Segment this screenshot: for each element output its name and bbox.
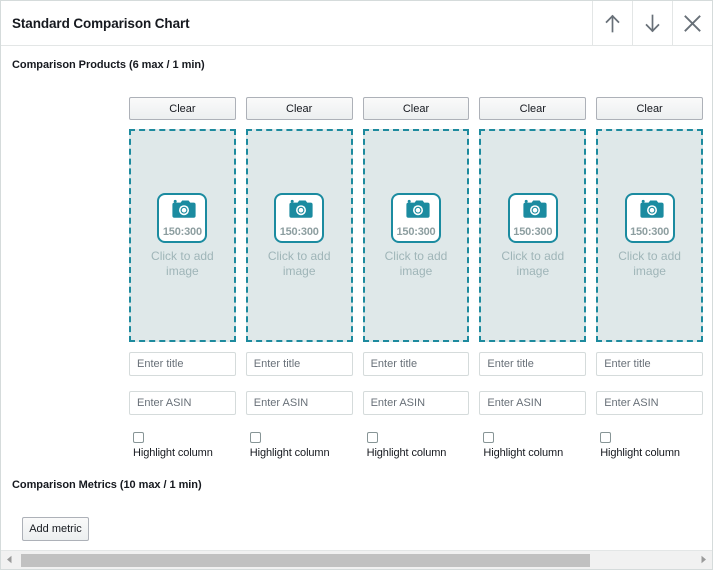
highlight-column-label: Highlight column: [600, 447, 680, 459]
highlight-column-label: Highlight column: [483, 447, 564, 459]
dropzone-hint: Click to add image: [501, 248, 565, 278]
product-column: Clear 150:300 Click to add image Enter t…: [479, 97, 587, 461]
camera-icon: [168, 199, 196, 225]
camera-placeholder: 150:300: [624, 192, 675, 243]
comparison-chart-module: Standard Comparison Chart Comparison Pro…: [0, 0, 713, 570]
dropzone-hint: Click to add image: [384, 248, 448, 278]
product-column: Clear 150:300 Click to add image Enter t…: [129, 97, 236, 461]
title-input[interactable]: [245, 352, 353, 376]
scroll-right-button[interactable]: [695, 552, 712, 569]
product-column: Clear 150:300 Click to add image Enter t…: [596, 97, 703, 461]
image-ratio-label: 150:300: [279, 226, 319, 238]
camera-icon: [519, 199, 547, 225]
asin-input[interactable]: [362, 391, 470, 415]
module-titlebar: Standard Comparison Chart: [1, 1, 712, 46]
highlight-column-label: Highlight column: [133, 447, 213, 459]
move-down-button[interactable]: [632, 1, 672, 45]
title-input[interactable]: [479, 352, 587, 376]
move-up-button[interactable]: [592, 1, 632, 45]
checkbox-box: [600, 432, 612, 443]
dropzone-hint: Click to add image: [267, 248, 331, 278]
comparison-metrics-label: Comparison Metrics (10 max / 1 min): [12, 479, 202, 491]
arrow-down-icon: [644, 14, 661, 33]
close-icon: [683, 14, 702, 33]
image-ratio-label: 150:300: [630, 226, 670, 238]
image-ratio-label: 150:300: [162, 226, 202, 238]
product-column: Clear 150:300 Click to add image Enter t…: [245, 97, 353, 461]
highlight-column-checkbox[interactable]: Highlight column: [129, 432, 236, 461]
scrollbar-thumb[interactable]: [21, 553, 590, 567]
title-input[interactable]: [362, 352, 470, 376]
image-ratio-label: 150:300: [513, 226, 553, 238]
image-dropzone[interactable]: 150:300 Click to add image: [245, 129, 353, 342]
checkbox-box: [483, 432, 495, 443]
highlight-column-checkbox[interactable]: Highlight column: [363, 432, 470, 461]
camera-icon: [636, 199, 664, 225]
highlight-column-checkbox[interactable]: Highlight column: [596, 432, 703, 461]
clear-button[interactable]: Clear: [596, 97, 703, 120]
image-dropzone[interactable]: 150:300 Click to add image: [362, 129, 470, 342]
clear-button[interactable]: Clear: [479, 97, 587, 120]
title-input[interactable]: [129, 352, 236, 376]
image-dropzone[interactable]: 150:300 Click to add image: [129, 129, 236, 342]
clear-button[interactable]: Clear: [129, 97, 236, 120]
add-metric-button[interactable]: Add metric: [22, 517, 89, 541]
asin-input[interactable]: [129, 391, 236, 415]
highlight-column-checkbox[interactable]: Highlight column: [479, 432, 586, 461]
image-dropzone[interactable]: 150:300 Click to add image: [479, 129, 587, 342]
arrow-up-icon: [604, 14, 621, 33]
camera-placeholder: 150:300: [507, 192, 558, 243]
triangle-left-icon: [6, 551, 13, 569]
titlebar-actions: [592, 1, 712, 45]
highlight-column-label: Highlight column: [366, 447, 447, 459]
clear-button[interactable]: Clear: [245, 97, 353, 120]
triangle-right-icon: [700, 551, 707, 569]
product-column: Clear 150:300 Click to add image Enter t…: [362, 97, 470, 461]
camera-icon: [285, 199, 313, 225]
dropzone-hint: Click to add image: [151, 248, 214, 278]
product-columns: Clear 150:300 Click to add image Enter t…: [129, 97, 703, 461]
clear-button[interactable]: Clear: [362, 97, 470, 120]
camera-icon: [402, 199, 430, 225]
checkbox-box: [133, 432, 144, 443]
close-button[interactable]: [672, 1, 712, 45]
title-input[interactable]: [596, 352, 703, 376]
asin-input[interactable]: [479, 391, 587, 415]
image-dropzone[interactable]: 150:300 Click to add image: [596, 129, 703, 342]
highlight-column-label: Highlight column: [249, 447, 330, 459]
checkbox-box: [366, 432, 378, 443]
asin-input[interactable]: [596, 391, 703, 415]
checkbox-box: [249, 432, 261, 443]
camera-placeholder: 150:300: [274, 192, 325, 243]
image-ratio-label: 150:300: [396, 226, 436, 238]
asin-input[interactable]: [245, 391, 353, 415]
horizontal-scrollbar[interactable]: [1, 550, 712, 569]
page-title: Standard Comparison Chart: [12, 15, 190, 31]
camera-placeholder: 150:300: [390, 192, 441, 243]
dropzone-hint: Click to add image: [618, 248, 681, 278]
highlight-column-checkbox[interactable]: Highlight column: [246, 432, 353, 461]
scroll-left-button[interactable]: [1, 552, 18, 569]
comparison-products-label: Comparison Products (6 max / 1 min): [12, 59, 205, 71]
scrollbar-track[interactable]: [18, 551, 695, 569]
camera-placeholder: 150:300: [157, 192, 208, 243]
